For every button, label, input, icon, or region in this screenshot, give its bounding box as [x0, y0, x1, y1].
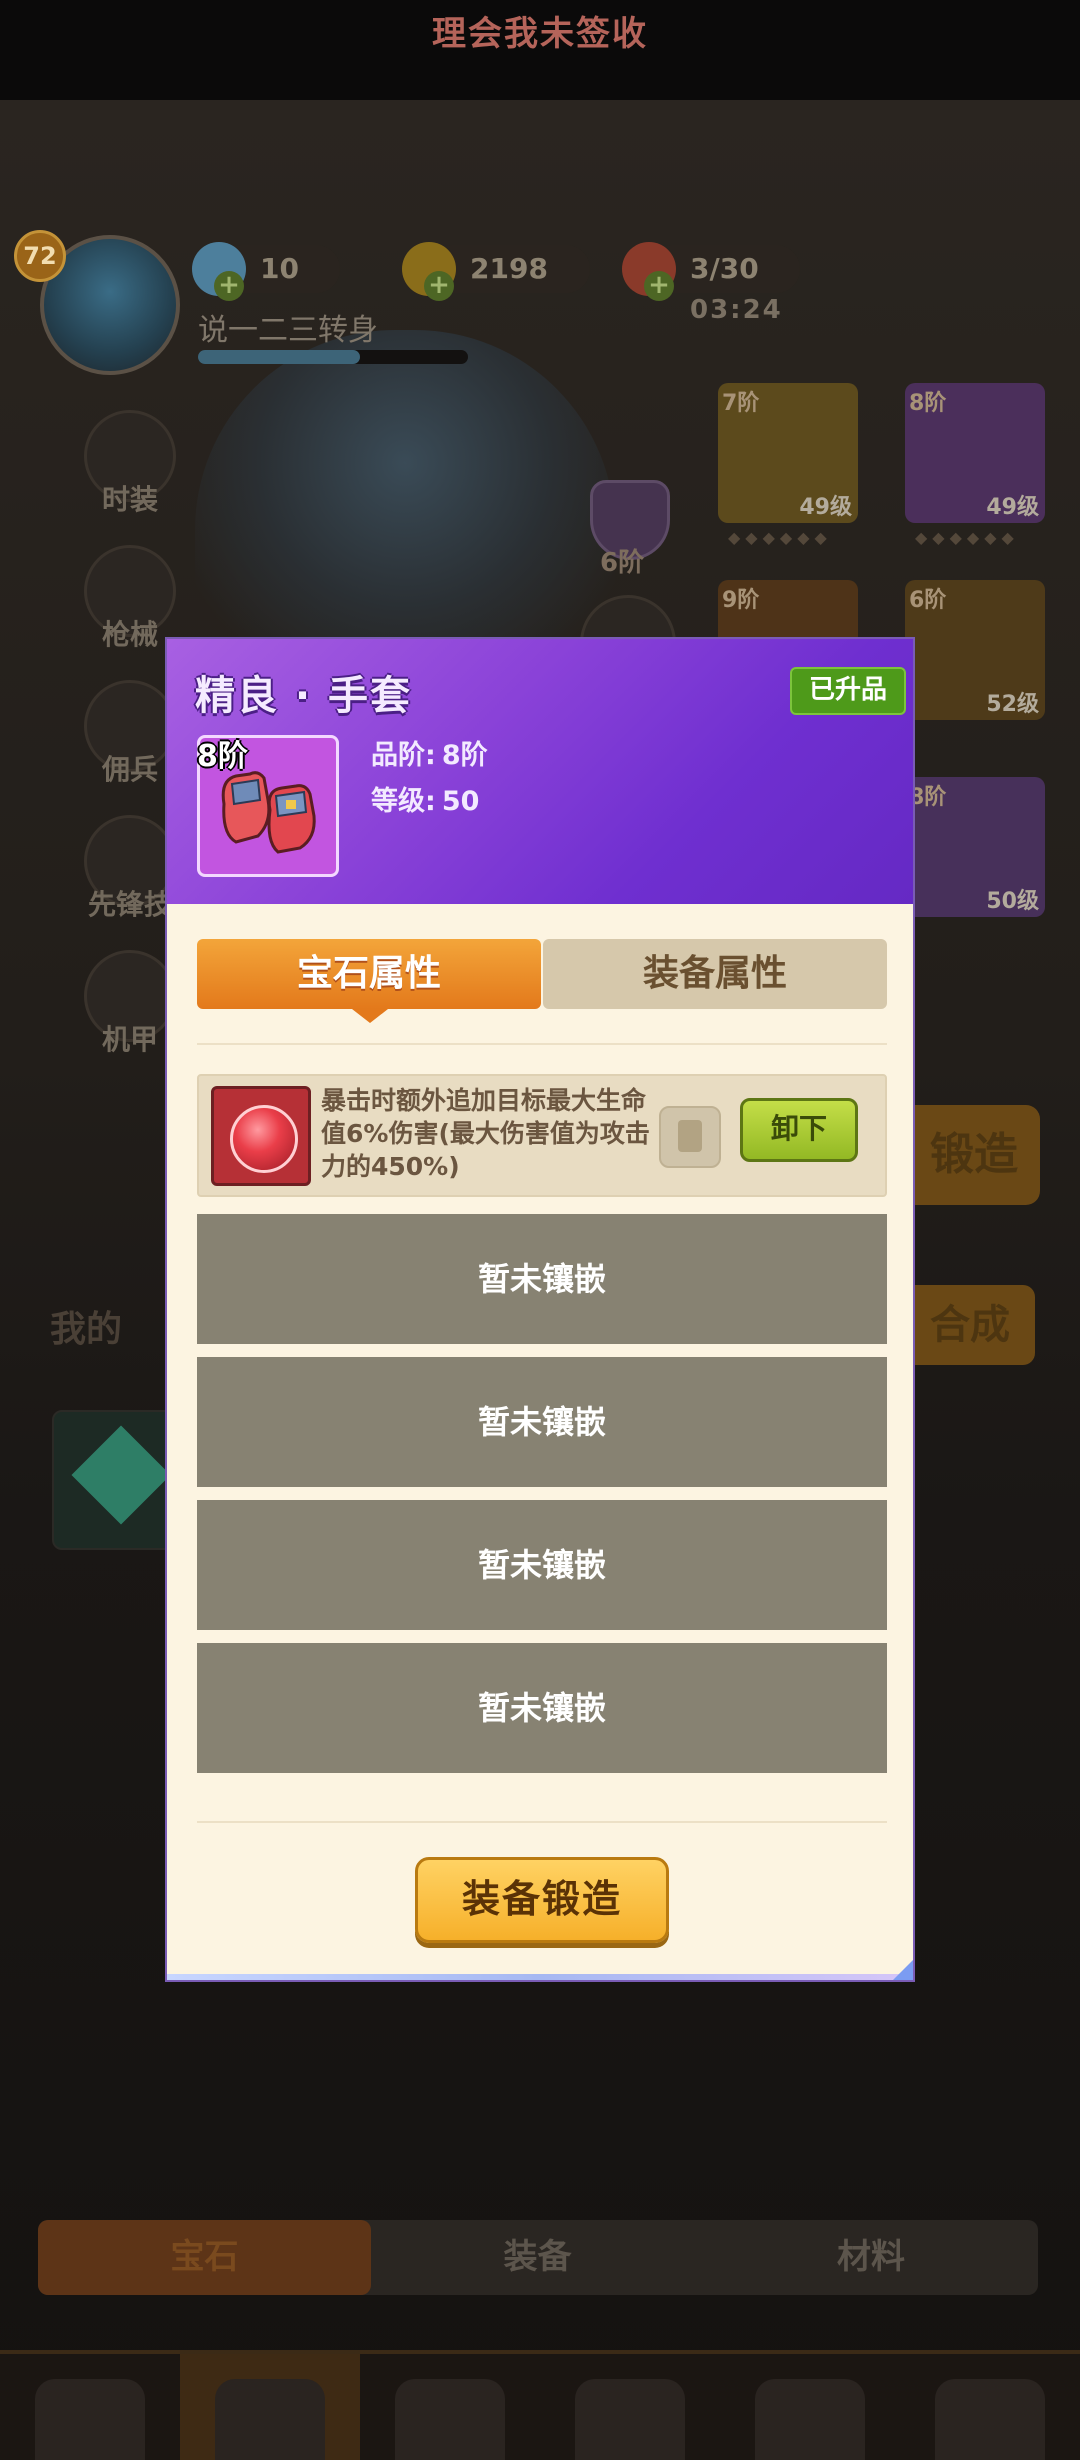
equip-slot-helmet[interactable]: 7阶 49级 — [718, 383, 858, 523]
empty-gem-slot[interactable]: 暂未镶嵌 — [197, 1357, 887, 1487]
equip-slot-pants[interactable]: 6阶 52级 — [905, 580, 1045, 720]
divider — [197, 1043, 887, 1045]
item-tier-tag: 8阶 — [197, 739, 248, 774]
equip-slot-boots[interactable]: 8阶 50级 — [905, 777, 1045, 917]
character-icon — [215, 2379, 325, 2460]
my-section-label: 我的 — [50, 1309, 123, 1350]
plus-icon[interactable]: + — [214, 271, 244, 301]
modal-tabs: 宝石属性 装备属性 — [197, 939, 887, 1023]
plus-icon[interactable]: + — [424, 271, 454, 301]
green-gem-icon — [71, 1425, 171, 1525]
core-icon — [575, 2379, 685, 2460]
gem-frame[interactable] — [211, 1086, 311, 1186]
stat-rank: 品阶: 8阶 — [371, 740, 488, 771]
resource-diamond[interactable]: + 10 — [192, 242, 340, 301]
player-level-badge: 72 — [14, 230, 66, 282]
gem-description: 暴击时额外追加目标最大生命值6%伤害(最大伤害值为攻击力的450%) — [321, 1086, 650, 1181]
corner-decoration — [893, 1960, 913, 1980]
inventory-tabs: 宝石 装备 材料 — [38, 2220, 1038, 2295]
equip-gem-dots: ◆◆◆◆◆◆ — [915, 528, 1019, 547]
plus-icon[interactable]: + — [644, 271, 674, 301]
empty-gem-slot[interactable]: 暂未镶嵌 — [197, 1500, 887, 1630]
rank-label: 6阶 — [600, 548, 645, 578]
resource-stamina[interactable]: + 3/30 — [622, 242, 800, 301]
side-btn-outfit[interactable]: 时装 — [70, 410, 190, 530]
nav-character[interactable]: 角色 — [180, 2354, 360, 2460]
player-nickname: 说一二三转身 — [198, 313, 378, 348]
exp-bar-fill — [198, 350, 360, 364]
divider — [197, 1821, 887, 1823]
socketed-gem-row: 暴击时额外追加目标最大生命值6%伤害(最大伤害值为攻击力的450%) 卸下 — [197, 1074, 887, 1197]
tab-gem-attributes[interactable]: 宝石属性 — [197, 939, 541, 1023]
nav-core[interactable]: 核心 — [540, 2354, 720, 2460]
equipment-forge-button[interactable]: 装备锻造 — [415, 1857, 669, 1943]
shop-icon — [35, 2379, 145, 2460]
resource-coin[interactable]: + 2198 — [402, 242, 590, 301]
exp-bar — [198, 350, 468, 364]
empty-gem-slot[interactable]: 暂未镶嵌 — [197, 1643, 887, 1773]
bottom-nav: 商城 角色 战斗 核心 基地 军团 — [0, 2350, 1080, 2460]
battle-icon — [395, 2379, 505, 2460]
tab-equipment-attributes[interactable]: 装备属性 — [543, 939, 887, 1009]
unequip-button[interactable]: 卸下 — [740, 1098, 858, 1162]
download-icon — [678, 1120, 702, 1152]
red-gem-icon — [230, 1105, 298, 1173]
gem-lock-button[interactable] — [659, 1106, 721, 1168]
nav-battle[interactable]: 战斗 — [360, 2354, 540, 2460]
nav-base[interactable]: 基地 — [720, 2354, 900, 2460]
stat-level: 等级: 50 — [371, 786, 480, 817]
modal-footer-accent — [167, 1974, 913, 1980]
gem-card[interactable] — [52, 1410, 182, 1550]
equip-slot-gloves[interactable]: 8阶 49级 — [905, 383, 1045, 523]
nav-legion[interactable]: 军团 — [900, 2354, 1080, 2460]
nav-shop[interactable]: 商城 — [0, 2354, 180, 2460]
tab-material[interactable]: 材料 — [704, 2220, 1038, 2295]
item-title: 精良 · 手套 — [195, 673, 413, 719]
banner-title: 理会我未签收 — [432, 14, 648, 54]
tab-gem[interactable]: 宝石 — [38, 2220, 371, 2295]
equip-gem-dots: ◆◆◆◆◆◆ — [728, 528, 832, 547]
legion-icon — [935, 2379, 1045, 2460]
gear-detail-modal: 精良 · 手套 已升品 8阶 品阶: 8阶 等级: 50 宝石属性 装备属性 暴击时… — [165, 637, 915, 1982]
base-icon — [755, 2379, 865, 2460]
stamina-timer: 03:24 — [690, 295, 783, 325]
empty-gem-slot[interactable]: 暂未镶嵌 — [197, 1214, 887, 1344]
tab-equipment[interactable]: 装备 — [371, 2220, 704, 2295]
upgraded-badge: 已升品 — [790, 667, 906, 715]
